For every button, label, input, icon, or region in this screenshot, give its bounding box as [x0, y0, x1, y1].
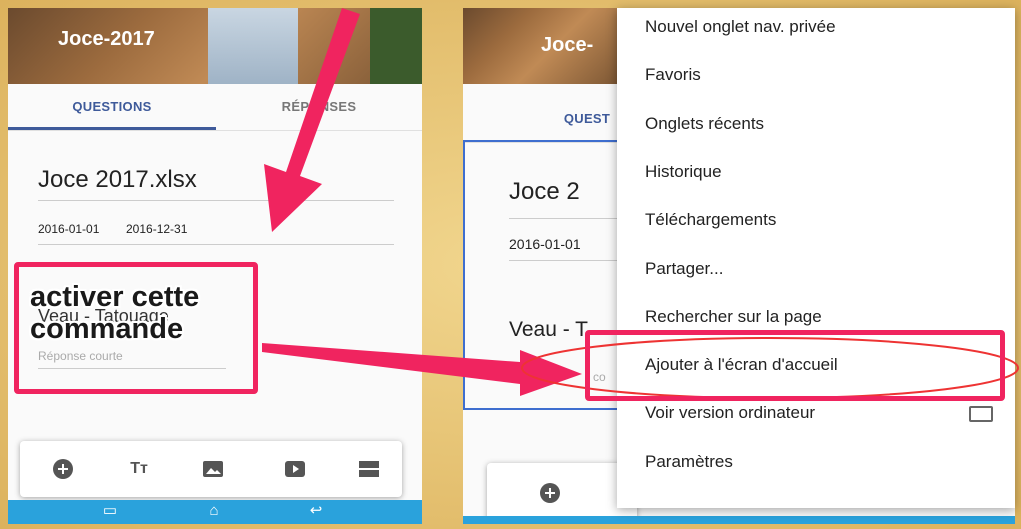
- annotation-text-line2: commande: [30, 313, 184, 345]
- arrow-right-icon: [262, 343, 582, 396]
- highlight-box-menu: [585, 330, 1005, 401]
- annotation-text-line1: activer cette: [30, 281, 200, 313]
- arrow-down-icon: [264, 8, 360, 232]
